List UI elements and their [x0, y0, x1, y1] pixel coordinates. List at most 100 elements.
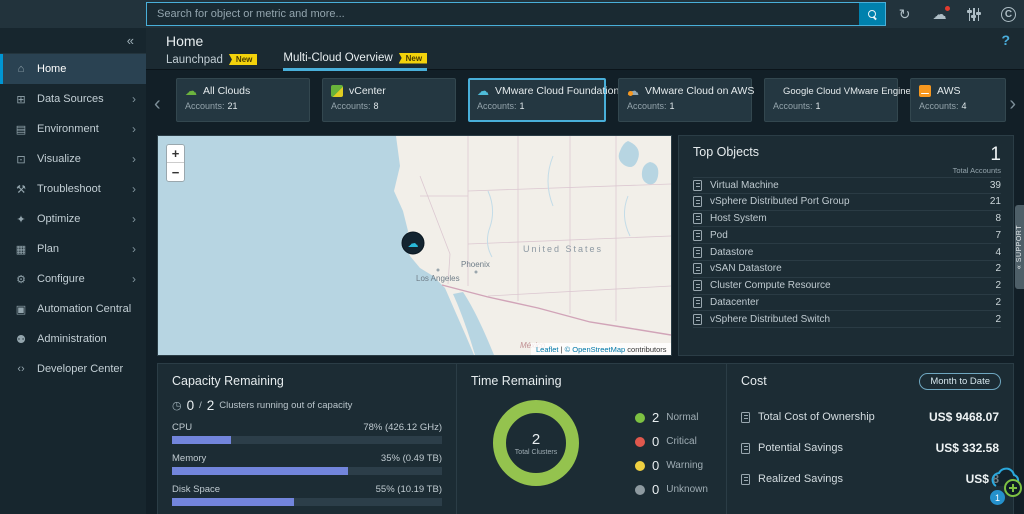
cloud-card-vmware-cloud-foundation[interactable]: ☁VMware Cloud Foundation Accounts:1 — [468, 78, 606, 122]
card-title: vCenter — [349, 85, 386, 97]
sidebar-item-label: Developer Center — [37, 363, 123, 375]
card-title: AWS — [937, 85, 961, 97]
legend-label: Normal — [666, 412, 698, 423]
top-object-row-cluster-compute-resource[interactable]: Cluster Compute Resource2 — [693, 278, 1001, 295]
sidebar-item-label: Troubleshoot — [37, 183, 101, 195]
legend-unknown[interactable]: 0Unknown — [635, 482, 708, 497]
sync-cloud-icon[interactable]: ☁ — [933, 7, 947, 21]
cost-value: US$ 9468.07 — [929, 410, 999, 424]
top-object-row-host-system[interactable]: Host System8 — [693, 211, 1001, 228]
month-to-date-button[interactable]: Month to Date — [919, 373, 1001, 390]
sidebar-collapse-button[interactable]: « — [0, 28, 146, 54]
locations-map[interactable]: United States Los Angeles Phoenix México… — [157, 135, 672, 356]
cluster-marker[interactable]: ☁ — [402, 232, 424, 254]
top-object-row-pod[interactable]: Pod 7 — [693, 227, 1001, 244]
map-label-phoenix: Phoenix — [461, 260, 490, 269]
legend-normal[interactable]: 2Normal — [635, 410, 708, 425]
accounts-label: Accounts: — [773, 101, 813, 111]
cloud-card-all-clouds[interactable]: ☁All Clouds Accounts:21 — [176, 78, 310, 122]
chevron-right-icon: › — [132, 122, 136, 136]
sidebar-item-administration[interactable]: ⚉ Administration — [0, 324, 146, 354]
map-attribution[interactable]: Leaflet | © OpenStreetMap contributors — [536, 345, 667, 354]
vcenter-icon — [331, 85, 343, 97]
sidebar-item-troubleshoot[interactable]: ⚒ Troubleshoot › — [0, 174, 146, 204]
row-value: 7 — [995, 230, 1001, 241]
clusters-total-count: 2 — [207, 398, 215, 413]
row-label: Virtual Machine — [710, 180, 779, 191]
sidebar-item-label: Plan — [37, 243, 59, 255]
cost-label: Total Cost of Ownership — [758, 411, 875, 423]
chevron-right-icon: › — [132, 152, 136, 166]
sidebar-item-label: Home — [37, 63, 66, 75]
legend-label: Warning — [666, 460, 703, 471]
administration-icon: ⚉ — [14, 333, 28, 346]
sidebar-item-data-sources[interactable]: ⊞ Data Sources › — [0, 84, 146, 114]
sidebar-item-optimize[interactable]: ✦ Optimize › — [0, 204, 146, 234]
help-icon[interactable]: ? — [1001, 32, 1010, 48]
configure-icon: ⚙ — [14, 273, 28, 286]
tab-launchpad[interactable]: Launchpad New — [166, 52, 257, 71]
search-input[interactable] — [147, 3, 859, 25]
capacity-title: Capacity Remaining — [172, 374, 442, 388]
global-search — [146, 2, 886, 26]
support-tab[interactable]: « SUPPORT — [1015, 205, 1024, 289]
legend-label: Unknown — [666, 484, 708, 495]
cost-row-realized-savings: Realized SavingsUS$ 8 — [741, 472, 999, 486]
search-button[interactable] — [859, 3, 885, 25]
card-title: Google Cloud VMware Engine — [783, 86, 911, 97]
sidebar-item-configure[interactable]: ⚙ Configure › — [0, 264, 146, 294]
sidebar-item-developer-center[interactable]: ‹› Developer Center — [0, 354, 146, 384]
sidebar-item-visualize[interactable]: ⊡ Visualize › — [0, 144, 146, 174]
tab-multi-cloud-overview[interactable]: Multi-Cloud Overview New — [283, 52, 427, 71]
automation-central-icon: ▣ — [14, 303, 28, 316]
legend-critical[interactable]: 0Critical — [635, 434, 708, 449]
zoom-in-button[interactable]: + — [167, 145, 184, 163]
developer-center-icon: ‹› — [14, 363, 28, 375]
sidebar-item-plan[interactable]: ▦ Plan › — [0, 234, 146, 264]
user-avatar[interactable]: C — [1001, 7, 1016, 22]
optimize-icon: ✦ — [14, 213, 28, 226]
bar-label: Disk Space — [172, 484, 220, 495]
top-object-row-datastore[interactable]: Datastore4 — [693, 244, 1001, 261]
cloud-card-google-cloud-vmware-engine[interactable]: Google Cloud VMware Engine Accounts:1 — [764, 78, 898, 122]
top-object-row-virtual-machine[interactable]: Virtual Machine 39 — [693, 177, 1001, 194]
chevron-right-icon: › — [132, 212, 136, 226]
legend-count: 0 — [652, 434, 659, 449]
refresh-icon[interactable]: ↻ — [899, 7, 911, 21]
datastore-icon — [693, 247, 702, 258]
cloud-card-vmware-cloud-on-aws[interactable]: ☁VMware Cloud on AWS Accounts:1 — [618, 78, 752, 122]
memory-bar-fill — [172, 467, 348, 475]
top-object-row-distributed-switch[interactable]: vSphere Distributed Switch2 — [693, 311, 1001, 328]
assistant-badge: 1 — [990, 490, 1005, 505]
sidebar-item-environment[interactable]: ▤ Environment › — [0, 114, 146, 144]
map-canvas: United States Los Angeles Phoenix México… — [158, 136, 671, 355]
row-label: Pod — [710, 230, 728, 241]
top-object-row-datacenter[interactable]: Datacenter2 — [693, 295, 1001, 312]
sidebar-item-label: Visualize — [37, 153, 81, 165]
critical-dot — [635, 437, 645, 447]
sidebar-item-label: Data Sources — [37, 93, 104, 105]
cloud-card-vcenter[interactable]: vCenter Accounts:8 — [322, 78, 456, 122]
all-clouds-icon: ☁ — [185, 85, 197, 97]
warning-dot — [635, 461, 645, 471]
row-label: Datacenter — [710, 297, 759, 308]
sidebar-item-automation-central[interactable]: ▣ Automation Central — [0, 294, 146, 324]
assistant-widget[interactable]: 1 — [986, 464, 1024, 504]
zoom-out-button[interactable]: − — [167, 163, 184, 181]
top-object-row-port-group[interactable]: vSphere Distributed Port Group21 — [693, 194, 1001, 211]
normal-dot — [635, 413, 645, 423]
scroll-left-icon[interactable]: ‹ — [154, 93, 161, 116]
disk-bar-track — [172, 498, 442, 506]
vsan-datastore-icon — [693, 263, 702, 274]
cloud-card-aws[interactable]: AWS Accounts:4 — [910, 78, 1006, 122]
legend-warning[interactable]: 0Warning — [635, 458, 708, 473]
pod-icon — [693, 230, 702, 241]
scroll-right-icon[interactable]: › — [1009, 93, 1016, 116]
los-angeles-dot — [437, 269, 440, 272]
google-cloud-vmware-engine-icon — [771, 87, 778, 94]
top-object-row-vsan-datastore[interactable]: vSAN Datastore2 — [693, 261, 1001, 278]
clock-icon: ◷ — [172, 399, 182, 412]
sidebar-item-home[interactable]: ⌂ Home — [0, 54, 146, 84]
row-value: 39 — [990, 180, 1001, 191]
filters-icon[interactable] — [969, 8, 980, 21]
